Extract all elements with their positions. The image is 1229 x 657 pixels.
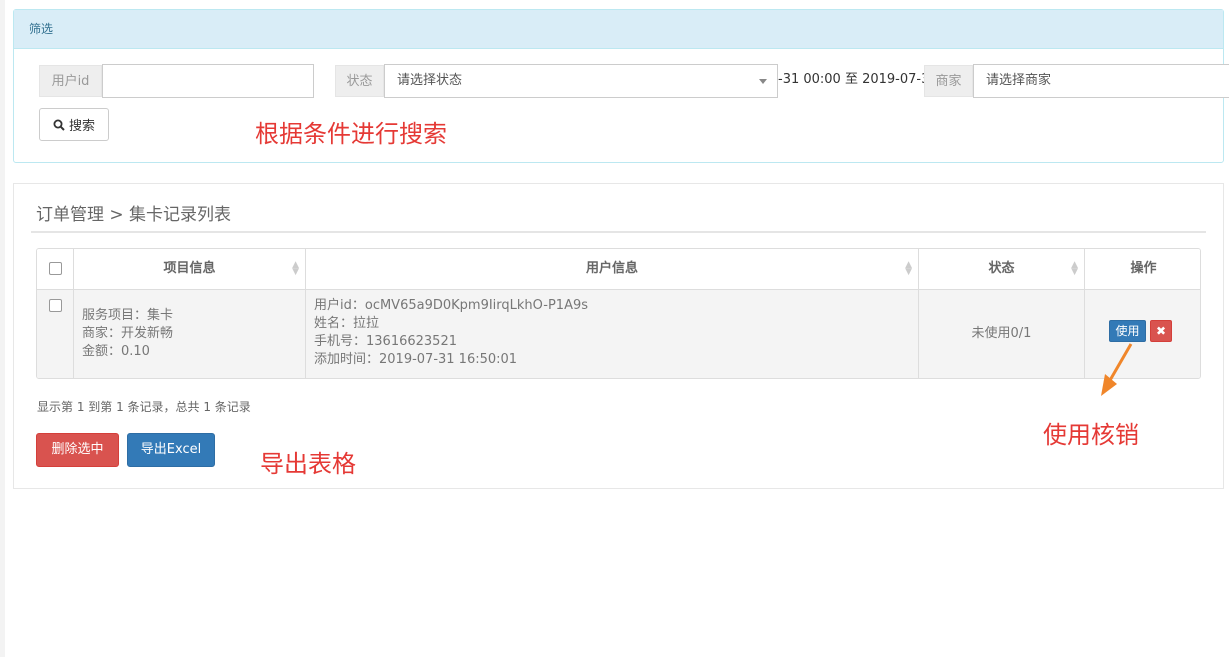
breadcrumb: 订单管理 > 集卡记录列表 (36, 205, 232, 225)
column-header-project-label: 项目信息 (163, 261, 216, 276)
row-checkbox[interactable] (49, 299, 62, 312)
breadcrumb-divider (31, 231, 1206, 233)
header-checkbox-cell (37, 249, 74, 289)
status-label: 状态 (335, 65, 384, 97)
user-id-input[interactable] (102, 64, 314, 98)
search-button[interactable]: 搜索 (39, 108, 109, 141)
table-header-row: 项目信息 ▲ ▼ 用户信息 ▲ ▼ 状态 ▲ ▼ 操作 (37, 249, 1200, 290)
arrow-icon (1101, 343, 1133, 396)
export-excel-button[interactable]: 导出Excel (127, 433, 215, 467)
user-phone: 手机号：13616623521 (314, 334, 457, 349)
use-annotation: 使用核销 (1043, 421, 1139, 449)
delete-row-button[interactable]: ✖ (1150, 320, 1172, 342)
column-header-actions-label: 操作 (1130, 261, 1157, 276)
sort-icon: ▲ ▼ (905, 260, 912, 277)
project-merchant: 商家：开发新畅 (82, 326, 174, 341)
records-table: 项目信息 ▲ ▼ 用户信息 ▲ ▼ 状态 ▲ ▼ 操作 服务项目：集卡 商家：开… (36, 248, 1201, 379)
column-header-actions: 操作 (1085, 249, 1200, 289)
use-button[interactable]: 使用 (1109, 320, 1146, 342)
search-icon (53, 119, 65, 131)
table-row: 服务项目：集卡 商家：开发新畅 金额：0.10 用户id：ocMV65a9D0K… (37, 290, 1200, 378)
user-id-value: 用户id：ocMV65a9D0Kpm9IirqLkhO-P1A9s (314, 298, 589, 313)
project-amount: 金额：0.10 (82, 344, 150, 359)
column-header-status-label: 状态 (988, 261, 1015, 276)
status-select[interactable]: 请选择状态 (384, 64, 778, 98)
user-info-cell: 用户id：ocMV65a9D0Kpm9IirqLkhO-P1A9s 姓名：拉拉 … (306, 290, 919, 378)
project-info-cell: 服务项目：集卡 商家：开发新畅 金额：0.10 (74, 290, 306, 378)
column-header-project[interactable]: 项目信息 ▲ ▼ (74, 249, 306, 289)
status-value: 未使用0/1 (971, 326, 1032, 341)
chevron-down-icon (759, 79, 767, 84)
pagination-summary: 显示第 1 到第 1 条记录，总共 1 条记录 (37, 400, 251, 414)
sort-icon: ▲ ▼ (1071, 260, 1078, 277)
column-header-user-label: 用户信息 (585, 261, 638, 276)
filter-panel: 筛选 用户id 状态 请选择状态 -31 00:00 至 2019-07-3 商… (13, 9, 1229, 163)
page-left-strip (0, 0, 5, 657)
export-annotation: 导出表格 (260, 450, 356, 478)
column-header-user[interactable]: 用户信息 ▲ ▼ (306, 249, 919, 289)
user-id-label: 用户id (39, 65, 102, 97)
sort-icon: ▲ ▼ (292, 260, 299, 277)
user-name: 姓名：拉拉 (314, 316, 380, 331)
select-all-checkbox[interactable] (49, 262, 62, 275)
user-added-time: 添加时间：2019-07-31 16:50:01 (314, 352, 518, 367)
close-icon: ✖ (1155, 324, 1167, 338)
delete-selected-button[interactable]: 删除选中 (36, 433, 119, 467)
search-annotation: 根据条件进行搜索 (255, 120, 447, 148)
search-button-label: 搜索 (68, 119, 95, 134)
merchant-select[interactable]: 请选择商家 (973, 64, 1229, 98)
column-header-status[interactable]: 状态 ▲ ▼ (919, 249, 1085, 289)
merchant-label: 商家 (924, 65, 973, 97)
status-cell: 未使用0/1 (919, 290, 1085, 378)
row-checkbox-cell (37, 290, 74, 378)
date-range-input[interactable]: -31 00:00 至 2019-07-3 (778, 64, 924, 98)
project-service: 服务项目：集卡 (82, 308, 174, 323)
status-select-value: 请选择状态 (397, 73, 463, 88)
filter-panel-title: 筛选 (14, 10, 1223, 49)
